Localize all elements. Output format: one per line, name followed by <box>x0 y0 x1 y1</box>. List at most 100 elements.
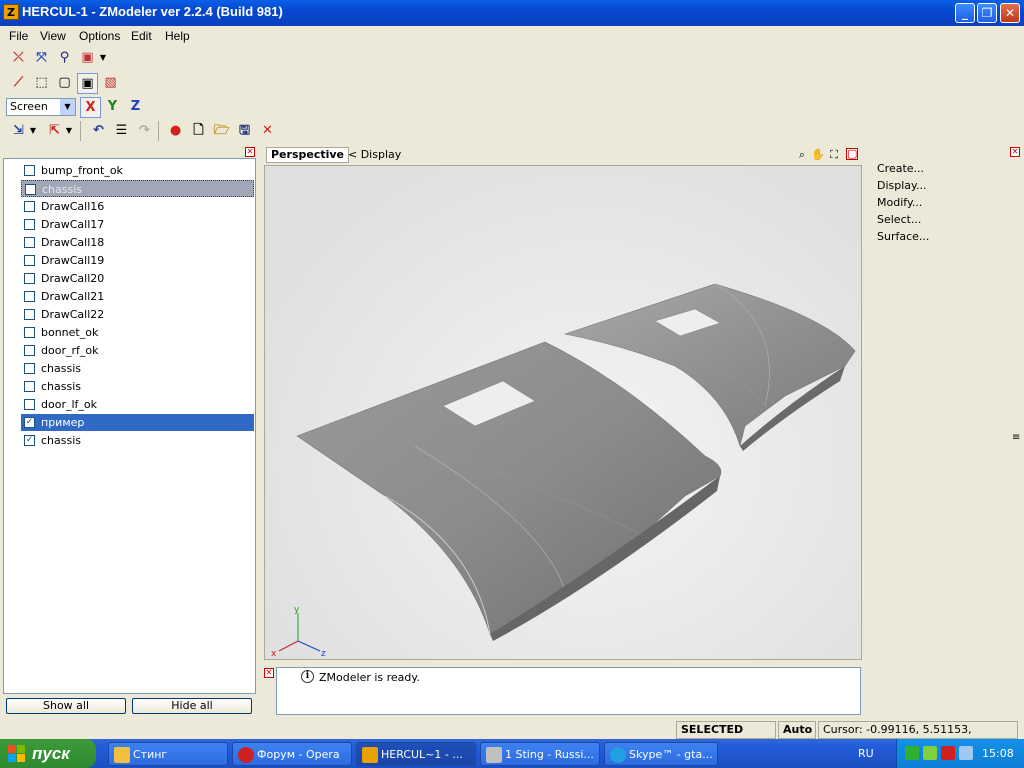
x-axis-button[interactable]: X <box>80 97 101 118</box>
visibility-checkbox[interactable] <box>24 327 35 338</box>
dropdown-arrow-icon[interactable]: ▼ <box>98 48 108 69</box>
modify-menu[interactable]: Modify... <box>877 196 922 209</box>
object-name: chassis <box>42 183 83 196</box>
list-item[interactable]: chassis <box>21 180 254 197</box>
taskbar-item-sting[interactable]: 1 Sting - Russi... <box>480 742 600 766</box>
hide-all-button[interactable]: Hide all <box>132 698 252 714</box>
list-item[interactable]: DrawCall20 <box>21 270 254 287</box>
viewport-name[interactable]: Perspective <box>266 147 350 163</box>
visibility-checkbox[interactable] <box>24 237 35 248</box>
taskbar-item-opera[interactable]: Форум - Opera <box>232 742 352 766</box>
list-item[interactable]: door_lf_ok <box>21 396 254 413</box>
y-axis-button[interactable]: Y <box>102 97 123 118</box>
perspective-viewport[interactable]: y x z <box>264 165 862 660</box>
show-all-button[interactable]: Show all <box>6 698 126 714</box>
coordinate-space-select[interactable]: Screen ▼ <box>6 98 76 116</box>
splitter-grip-icon[interactable]: ≡ <box>1012 432 1020 443</box>
visibility-checkbox[interactable] <box>24 273 35 284</box>
language-indicator[interactable]: RU <box>858 747 874 760</box>
list-item[interactable]: DrawCall18 <box>21 234 254 251</box>
wire-cube-icon[interactable]: ⬚ <box>31 73 52 94</box>
list-item[interactable]: DrawCall17 <box>21 216 254 233</box>
maximize-viewport-icon[interactable]: ▢ <box>846 148 858 160</box>
display-link[interactable]: < Display <box>348 148 401 161</box>
z-axis-button[interactable]: Z <box>125 97 146 118</box>
menu-edit[interactable]: Edit <box>131 29 152 43</box>
list-item[interactable]: ✓ chassis <box>21 432 254 449</box>
restore-button[interactable]: ❐ <box>977 3 997 23</box>
list-item[interactable]: bump_front_ok <box>21 162 254 179</box>
create-menu[interactable]: Create... <box>877 162 924 175</box>
menu-file[interactable]: File <box>9 29 28 43</box>
list-item[interactable]: door_rf_ok <box>21 342 254 359</box>
display-menu[interactable]: Display... <box>877 179 926 192</box>
visibility-checkbox[interactable] <box>24 399 35 410</box>
list-item[interactable]: DrawCall21 <box>21 288 254 305</box>
taskbar-item-zmodeler[interactable]: HERCUL~1 - ... <box>356 742 476 766</box>
taskbar-item-skype[interactable]: Skype™ - gta... <box>604 742 718 766</box>
list-item[interactable]: bonnet_ok <box>21 324 254 341</box>
menu-options[interactable]: Options <box>79 29 120 43</box>
menu-view[interactable]: View <box>40 29 66 43</box>
record-icon[interactable]: ● <box>165 121 186 142</box>
undo-icon[interactable]: ↶ <box>88 121 109 142</box>
select-face-icon[interactable]: ⤧ <box>31 48 52 69</box>
menu-help[interactable]: Help <box>165 29 190 43</box>
zmodeler-app-icon[interactable]: Z <box>3 4 19 20</box>
close-panel-icon[interactable]: ✕ <box>245 147 255 157</box>
new-file-icon[interactable]: 🗋 <box>188 121 209 142</box>
list-item[interactable]: DrawCall19 <box>21 252 254 269</box>
visibility-checkbox[interactable] <box>24 345 35 356</box>
open-folder-icon[interactable]: 🗁 <box>211 121 232 142</box>
start-button[interactable]: пуск <box>0 739 96 768</box>
select-object-icon[interactable]: ⚲ <box>54 48 75 69</box>
visibility-checkbox[interactable]: ✓ <box>24 417 35 428</box>
object-name: door_rf_ok <box>41 344 99 357</box>
hidden-cube-icon[interactable]: ▢ <box>54 73 75 94</box>
kaspersky-icon[interactable] <box>941 746 955 760</box>
security-icon[interactable] <box>923 746 937 760</box>
delete-icon[interactable]: ✕ <box>257 121 278 142</box>
visibility-checkbox[interactable] <box>24 381 35 392</box>
redo-icon[interactable]: ↷ <box>134 121 155 142</box>
import-dropdown-icon[interactable]: ▼ <box>28 121 38 142</box>
close-button[interactable]: ✕ <box>1000 3 1020 23</box>
zoom-extents-icon[interactable]: ⛶ <box>827 148 841 162</box>
visibility-checkbox[interactable] <box>24 255 35 266</box>
close-log-icon[interactable]: ✕ <box>264 668 274 678</box>
select-vertex-icon[interactable]: ⤫ <box>8 48 29 69</box>
visibility-checkbox[interactable]: ✓ <box>24 435 35 446</box>
visibility-checkbox[interactable] <box>25 184 36 195</box>
surface-menu[interactable]: Surface... <box>877 230 929 243</box>
select-mode-icon[interactable]: ▣ <box>77 48 98 69</box>
visibility-checkbox[interactable] <box>24 201 35 212</box>
minimize-button[interactable]: _ <box>955 3 975 23</box>
export-icon[interactable]: ⇱ <box>44 121 65 142</box>
selected-cube-icon[interactable]: ▧ <box>100 73 121 94</box>
list-item[interactable]: chassis <box>21 360 254 377</box>
visibility-checkbox[interactable] <box>24 363 35 374</box>
visibility-checkbox[interactable] <box>24 219 35 230</box>
vertex-mode-icon[interactable]: ⟋ <box>8 73 29 94</box>
save-icon[interactable]: 🖫 <box>234 121 255 142</box>
list-item[interactable]: chassis <box>21 378 254 395</box>
display-icon[interactable] <box>959 746 973 760</box>
object-list: bump_front_ok chassis DrawCall16 DrawCal… <box>3 158 256 694</box>
visibility-checkbox[interactable] <box>24 291 35 302</box>
pan-hand-icon[interactable]: ✋ <box>811 148 825 162</box>
list-item[interactable]: DrawCall22 <box>21 306 254 323</box>
network-icon[interactable] <box>905 746 919 760</box>
visibility-checkbox[interactable] <box>24 165 35 176</box>
visibility-checkbox[interactable] <box>24 309 35 320</box>
list-item[interactable]: DrawCall16 <box>21 198 254 215</box>
select-menu[interactable]: Select... <box>877 213 921 226</box>
history-icon[interactable]: ☰ <box>111 121 132 142</box>
object-name: bump_front_ok <box>41 164 123 177</box>
import-icon[interactable]: ⇲ <box>8 121 29 142</box>
shaded-cube-icon[interactable]: ▣ <box>77 73 98 94</box>
close-command-panel-icon[interactable]: ✕ <box>1010 147 1020 157</box>
list-item[interactable]: ✓ пример <box>21 414 254 431</box>
taskbar-item-folder[interactable]: Стинг <box>108 742 228 766</box>
zoom-icon[interactable]: ⌕ <box>795 148 809 162</box>
export-dropdown-icon[interactable]: ▼ <box>64 121 74 142</box>
